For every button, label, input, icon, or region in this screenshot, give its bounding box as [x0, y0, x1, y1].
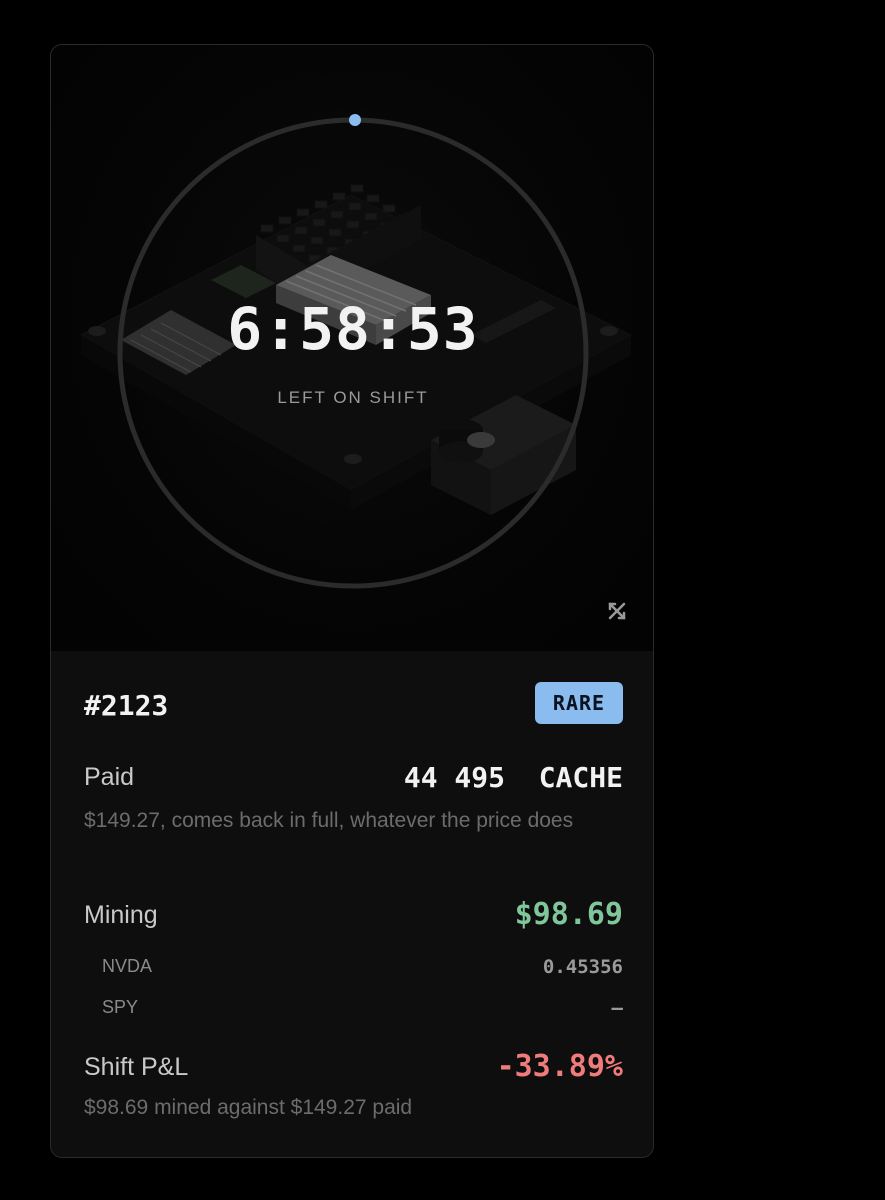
- pnl-value: -33.89%: [496, 1049, 623, 1084]
- shift-timer: 6:58:53: [227, 295, 479, 363]
- holding-amount: —: [611, 997, 623, 1019]
- miner-hero: 6:58:53 LEFT ON SHIFT: [51, 45, 653, 651]
- mining-value: $98.69: [514, 897, 623, 932]
- expand-icon[interactable]: [606, 600, 628, 622]
- paid-note: $149.27, comes back in full, whatever th…: [84, 809, 574, 832]
- token-id: #2123: [84, 689, 169, 722]
- holding-symbol: NVDA: [102, 956, 153, 976]
- paid-label: Paid: [84, 763, 135, 791]
- holding-amount: 0.45356: [542, 956, 623, 978]
- holding-symbol: SPY: [102, 997, 139, 1017]
- pnl-note: $98.69 mined against $149.27 paid: [84, 1096, 413, 1119]
- mining-label: Mining: [84, 901, 158, 929]
- rarity-badge: RARE: [535, 682, 623, 724]
- timer-progress-dot: [349, 114, 361, 126]
- timer-label: LEFT ON SHIFT: [277, 388, 429, 407]
- miner-card: 6:58:53 LEFT ON SHIFT #2123 RARE Paid 44…: [50, 44, 654, 1158]
- miner-info-panel: #2123 RARE Paid 44 495 CACHE $149.27, co…: [51, 651, 653, 1157]
- paid-value: 44 495 CACHE: [403, 761, 623, 794]
- pnl-label: Shift P&L: [84, 1053, 189, 1081]
